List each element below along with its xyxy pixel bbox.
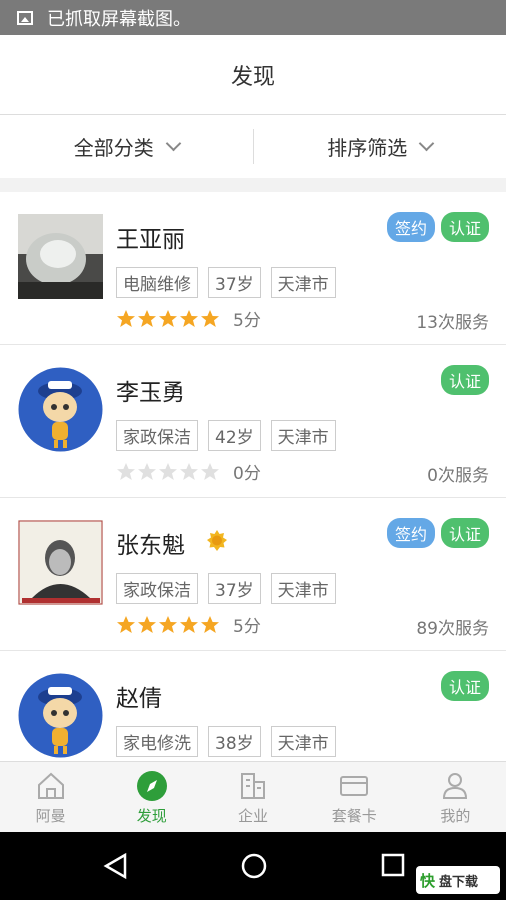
age-tag: 37岁 — [208, 267, 261, 298]
avatar — [18, 673, 103, 758]
provider-name: 张东魁 — [116, 533, 185, 559]
cert-badge: 认证 — [440, 365, 489, 395]
sign-badge: 签约 — [386, 212, 435, 242]
cert-badge: 认证 — [440, 518, 489, 548]
provider-list: 王亚丽 签约 认证 电脑维修 37岁 天津市 5分 13次服务 李玉勇 认证 家… — [0, 192, 506, 804]
star-icon — [117, 309, 135, 327]
score-text: 5分 — [233, 617, 261, 637]
screenshot-icon — [17, 10, 33, 25]
tab-company[interactable]: 企业 — [202, 762, 303, 833]
tab-mine[interactable]: 我的 — [405, 762, 506, 833]
star-icon — [159, 462, 177, 480]
category-filter-label: 全部分类 — [73, 136, 154, 160]
city-tag: 天津市 — [270, 267, 336, 298]
chevron-down-icon — [418, 135, 435, 152]
skill-tag: 家政保洁 — [116, 420, 198, 451]
category-filter[interactable]: 全部分类 — [0, 115, 253, 178]
service-count: 0次服务 — [427, 466, 489, 486]
skill-tag: 电脑维修 — [116, 267, 198, 298]
tag-list: 家政保洁 37岁 天津市 — [116, 573, 346, 604]
status-text: 已抓取屏幕截图。 — [47, 8, 191, 30]
star-icon — [138, 615, 156, 633]
star-icon — [180, 615, 198, 633]
star-icon — [117, 615, 135, 633]
tab-home[interactable]: 阿曼 — [0, 762, 101, 833]
tag-list: 家电修洗 38岁 天津市 — [116, 726, 346, 757]
age-tag: 38岁 — [208, 726, 261, 757]
star-icon — [117, 462, 135, 480]
star-icon — [159, 615, 177, 633]
back-icon[interactable] — [103, 852, 129, 880]
medal-icon — [207, 530, 227, 551]
provider-name: 李玉勇 — [116, 380, 185, 406]
filter-bar: 全部分类 排序筛选 — [0, 115, 506, 178]
rating: 5分 — [116, 612, 261, 637]
tab-package-card[interactable]: 套餐卡 — [304, 762, 405, 833]
chevron-down-icon — [165, 135, 182, 152]
tab-label: 我的 — [440, 806, 471, 825]
star-icon — [138, 462, 156, 480]
home-nav-icon[interactable] — [240, 852, 268, 880]
title-bar: 发现 — [0, 35, 506, 115]
building-icon — [241, 772, 265, 799]
badge-group: 签约 认证 — [381, 518, 489, 548]
city-tag: 天津市 — [270, 726, 336, 757]
provider-card[interactable]: 王亚丽 签约 认证 电脑维修 37岁 天津市 5分 13次服务 — [0, 192, 506, 345]
tab-label: 企业 — [238, 806, 269, 825]
badge-group: 认证 — [435, 365, 489, 395]
star-icon — [138, 309, 156, 327]
compass-icon — [136, 770, 167, 801]
star-icon — [159, 309, 177, 327]
avatar — [18, 520, 103, 605]
tab-label: 阿曼 — [35, 806, 66, 825]
tag-list: 电脑维修 37岁 天津市 — [116, 267, 346, 298]
status-bar: 已抓取屏幕截图。 — [0, 0, 506, 35]
avatar — [18, 367, 103, 452]
provider-card[interactable]: 张东魁 签约 认证 家政保洁 37岁 天津市 5分 89次服务 — [0, 498, 506, 651]
tag-list: 家政保洁 42岁 天津市 — [116, 420, 346, 451]
service-count: 13次服务 — [416, 313, 489, 333]
provider-name: 赵倩 — [116, 686, 162, 712]
score-text: 0分 — [233, 464, 261, 484]
sign-badge: 签约 — [386, 518, 435, 548]
star-icon — [180, 462, 198, 480]
score-text: 5分 — [233, 311, 261, 331]
provider-name: 王亚丽 — [116, 227, 185, 253]
star-icon — [201, 615, 219, 633]
avatar — [18, 214, 103, 299]
watermark-text: 盘下载 — [439, 874, 479, 890]
rating: 0分 — [116, 459, 261, 484]
rating: 5分 — [116, 306, 261, 331]
page-title: 发现 — [230, 64, 275, 90]
sort-filter-label: 排序筛选 — [327, 136, 408, 160]
provider-card[interactable]: 李玉勇 认证 家政保洁 42岁 天津市 0分 0次服务 — [0, 345, 506, 498]
star-icon — [201, 309, 219, 327]
recents-icon[interactable] — [381, 853, 405, 877]
age-tag: 42岁 — [208, 420, 261, 451]
home-icon — [37, 772, 64, 799]
tab-label: 发现 — [136, 806, 167, 825]
badge-group: 认证 — [435, 671, 489, 701]
badge-group: 签约 认证 — [381, 212, 489, 242]
cert-badge: 认证 — [440, 212, 489, 242]
card-icon — [340, 775, 369, 796]
star-icon — [201, 462, 219, 480]
city-tag: 天津市 — [270, 573, 336, 604]
service-count: 89次服务 — [416, 619, 489, 639]
watermark-logo: 快 盘下载 — [416, 866, 500, 894]
city-tag: 天津市 — [270, 420, 336, 451]
tab-label: 套餐卡 — [331, 806, 377, 825]
watermark-mark: 快 — [420, 871, 436, 890]
user-icon — [443, 772, 468, 799]
sort-filter[interactable]: 排序筛选 — [254, 115, 506, 178]
age-tag: 37岁 — [208, 573, 261, 604]
tab-discover[interactable]: 发现 — [101, 762, 202, 833]
bottom-tab-bar: 阿曼 发现 企业 套餐卡 我的 — [0, 761, 506, 833]
cert-badge: 认证 — [440, 671, 489, 701]
star-icon — [180, 309, 198, 327]
skill-tag: 家政保洁 — [116, 573, 198, 604]
skill-tag: 家电修洗 — [116, 726, 198, 757]
